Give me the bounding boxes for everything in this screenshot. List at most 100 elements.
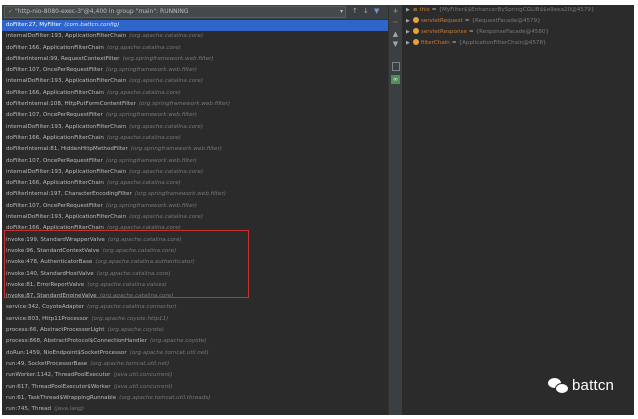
frame-class: (org.springframework.web.filter) (122, 55, 214, 62)
frame-class: (org.apache.catalina.connector) (87, 304, 177, 311)
variable-name: this (419, 7, 430, 13)
frame-class: (org.apache.coyote) (149, 338, 207, 345)
frame-class: (org.springframework.web.filter) (105, 157, 197, 164)
frame-method: internalDoFilter:193, ApplicationFilterC… (6, 33, 127, 40)
frame-list: doFilter:27, MyFilter (com.battcn.config)… (2, 20, 388, 415)
stack-frame[interactable]: invoke:478, AuthenticatorBase (org.apache… (2, 257, 388, 268)
chevron-down-icon[interactable]: ▾ (340, 7, 343, 17)
debugger-window: ✓ "http-nio-8080-exec-3"@4,400 in group "… (2, 5, 634, 415)
frame-method: internalDoFilter:193, ApplicationFilterC… (6, 123, 127, 130)
move-up-icon[interactable]: ▲ (391, 30, 400, 39)
equals-sign: = (451, 40, 457, 46)
stack-frame[interactable]: doFilter:166, ApplicationFilterChain (org… (2, 178, 388, 189)
stack-frame[interactable]: internalDoFilter:193, ApplicationFilterC… (2, 122, 388, 133)
stack-frame[interactable]: doRun:1459, NioEndpoint$SocketProcessor(… (2, 348, 388, 359)
frame-method: invoke:478, AuthenticatorBase (6, 259, 93, 266)
frame-class: (org.springframework.web.filter) (105, 67, 197, 74)
remove-watch-icon[interactable]: − (391, 18, 400, 27)
variable-name: servletRequest (420, 18, 463, 24)
frame-class: (org.apache.catalina.core) (106, 134, 181, 141)
stack-frame[interactable]: invoke:199, StandardWrapperValve (org.apa… (2, 235, 388, 246)
frame-method: doFilterInternal:99, RequestContextFilte… (6, 55, 120, 62)
variable-name: filterChain (420, 40, 450, 46)
frame-class: (com.battcn.config) (64, 22, 120, 28)
copy-icon[interactable] (392, 62, 400, 71)
expand-arrow-icon[interactable]: ▶ (406, 18, 410, 24)
expand-arrow-icon[interactable]: ▶ (406, 7, 410, 13)
equals-sign: = (464, 18, 470, 24)
frame-method: invoke:87, StandardEngineValve (6, 293, 97, 300)
expand-arrow-icon[interactable]: ▶ (406, 29, 410, 35)
stack-frame[interactable]: doFilterInternal:99, RequestContextFilte… (2, 54, 388, 65)
add-watch-icon[interactable]: + (391, 7, 400, 16)
field-icon: ≡ (412, 7, 418, 13)
stack-frame[interactable]: doFilter:166, ApplicationFilterChain (org… (2, 43, 388, 54)
stack-frame[interactable]: runWorker:1142, ThreadPoolExecutor (java.… (2, 370, 388, 381)
frame-class: (java.util.concurrent) (113, 372, 173, 379)
frame-class: (java.util.concurrent) (113, 383, 173, 390)
stack-frame[interactable]: doFilter:166, ApplicationFilterChain (org… (2, 133, 388, 144)
stack-frame[interactable]: invoke:96, StandardContextValve (org.apac… (2, 246, 388, 257)
thread-selector[interactable]: ✓ "http-nio-8080-exec-3"@4,400 in group "… (4, 6, 346, 18)
stack-frame[interactable]: internalDoFilter:193, ApplicationFilterC… (2, 31, 388, 42)
stack-frame[interactable]: internalDoFilter:193, ApplicationFilterC… (2, 167, 388, 178)
stack-frame[interactable]: doFilter:107, OncePerRequestFilter (org.s… (2, 110, 388, 121)
stack-frame[interactable]: run:745, Thread (java.lang) (2, 404, 388, 415)
frame-method: doFilter:27, MyFilter (6, 22, 62, 28)
arrow-down-icon[interactable]: ↓ (363, 7, 369, 16)
stack-frame[interactable]: doFilter:27, MyFilter (com.battcn.config) (2, 20, 388, 32)
filter-icon[interactable]: ▼ (374, 7, 379, 16)
variable-row[interactable]: ▶ ≡ this = {MyFilter$$EnhancerBySpringCGLIB$… (402, 5, 634, 16)
stack-frame[interactable]: doFilter:166, ApplicationFilterChain (org… (2, 223, 388, 234)
frame-method: run:617, ThreadPoolExecutor$Worker (6, 383, 111, 390)
stack-frame[interactable]: invoke:87, StandardEngineValve (org.apach… (2, 291, 388, 302)
thread-check-icon: ✓ (8, 8, 14, 15)
watermark: battcn (548, 376, 615, 394)
stack-frame[interactable]: doFilter:107, OncePerRequestFilter (org.s… (2, 156, 388, 167)
frame-class: (org.apache.catalina.core) (107, 236, 182, 243)
expand-arrow-icon[interactable]: ▶ (406, 40, 410, 46)
stack-frame[interactable]: run:617, ThreadPoolExecutor$Worker (java.… (2, 382, 388, 393)
frame-class: (org.apache.catalina.core) (106, 180, 181, 187)
variable-row[interactable]: ▶ servletRequest = {RequestFacade@4579} (402, 16, 634, 27)
stack-frame[interactable]: run:49, SocketProcessorBase (org.apache.t… (2, 359, 388, 370)
stack-frame[interactable]: service:803, Http11Processor (org.apache.… (2, 314, 388, 325)
stack-frame[interactable]: internalDoFilter:193, ApplicationFilterC… (2, 76, 388, 87)
frame-class: (org.apache.catalina.core) (129, 214, 204, 221)
frame-class: (org.apache.catalina.core) (106, 225, 181, 232)
watermark-text: battcn (572, 376, 615, 394)
watches-toggle-icon[interactable]: ∞ (391, 75, 400, 84)
variable-row[interactable]: ▶ filterChain = {ApplicationFilterChain@457… (402, 38, 634, 49)
stack-frame[interactable]: invoke:140, StandardHostValve (org.apache… (2, 269, 388, 280)
frame-class: (org.springframework.web.filter) (130, 146, 222, 153)
stack-frame[interactable]: doFilterInternal:197, CharacterEncodingF… (2, 189, 388, 200)
frame-method: runWorker:1142, ThreadPoolExecutor (6, 372, 111, 379)
frame-class: (java.lang) (54, 406, 85, 413)
frame-method: invoke:96, StandardContextValve (6, 247, 100, 254)
stack-frame[interactable]: doFilter:166, ApplicationFilterChain (org… (2, 88, 388, 99)
stack-frame[interactable]: invoke:81, ErrorReportValve (org.apache.c… (2, 280, 388, 291)
stack-frame[interactable]: run:61, TaskThread$WrappingRunnable (org.… (2, 393, 388, 404)
frame-method: service:803, Http11Processor (6, 315, 89, 322)
arrow-up-icon[interactable]: ↑ (352, 7, 358, 16)
variable-value: {ApplicationFilterChain@4578} (458, 40, 547, 46)
variables-side-toolbar: + − ▲ ▼ ∞ (389, 5, 402, 415)
stack-frame[interactable]: doFilterInternal:108, HttpPutFormContent… (2, 99, 388, 110)
move-down-icon[interactable]: ▼ (391, 40, 400, 49)
stack-frame[interactable]: doFilter:107, OncePerRequestFilter (org.s… (2, 201, 388, 212)
frame-method: doFilterInternal:108, HttpPutFormContent… (6, 101, 136, 108)
stack-frame[interactable]: process:868, AbstractProtocol$Connection… (2, 336, 388, 347)
stack-frame[interactable]: service:342, CoyoteAdapter (org.apache.ca… (2, 302, 388, 313)
variable-row[interactable]: ▶ servletResponse = {ResponseFacade@4580} (402, 27, 634, 38)
frame-class: (org.apache.catalina.valves) (87, 281, 167, 288)
stack-frame[interactable]: process:66, AbstractProcessorLight (org.a… (2, 325, 388, 336)
frames-panel: ✓ "http-nio-8080-exec-3"@4,400 in group "… (2, 5, 388, 415)
stack-frame[interactable]: doFilter:107, OncePerRequestFilter (org.s… (2, 65, 388, 76)
frame-class: (org.apache.catalina.core) (102, 247, 177, 254)
frame-method: doFilter:166, ApplicationFilterChain (6, 89, 104, 96)
stack-frame[interactable]: doFilterInternal:81, HiddenHttpMethodFil… (2, 144, 388, 155)
frame-class: (org.apache.catalina.core) (99, 293, 174, 300)
stack-frame[interactable]: internalDoFilter:193, ApplicationFilterC… (2, 212, 388, 223)
frame-method: run:61, TaskThread$WrappingRunnable (6, 394, 117, 401)
frame-method: doFilterInternal:81, HiddenHttpMethodFil… (6, 146, 128, 153)
